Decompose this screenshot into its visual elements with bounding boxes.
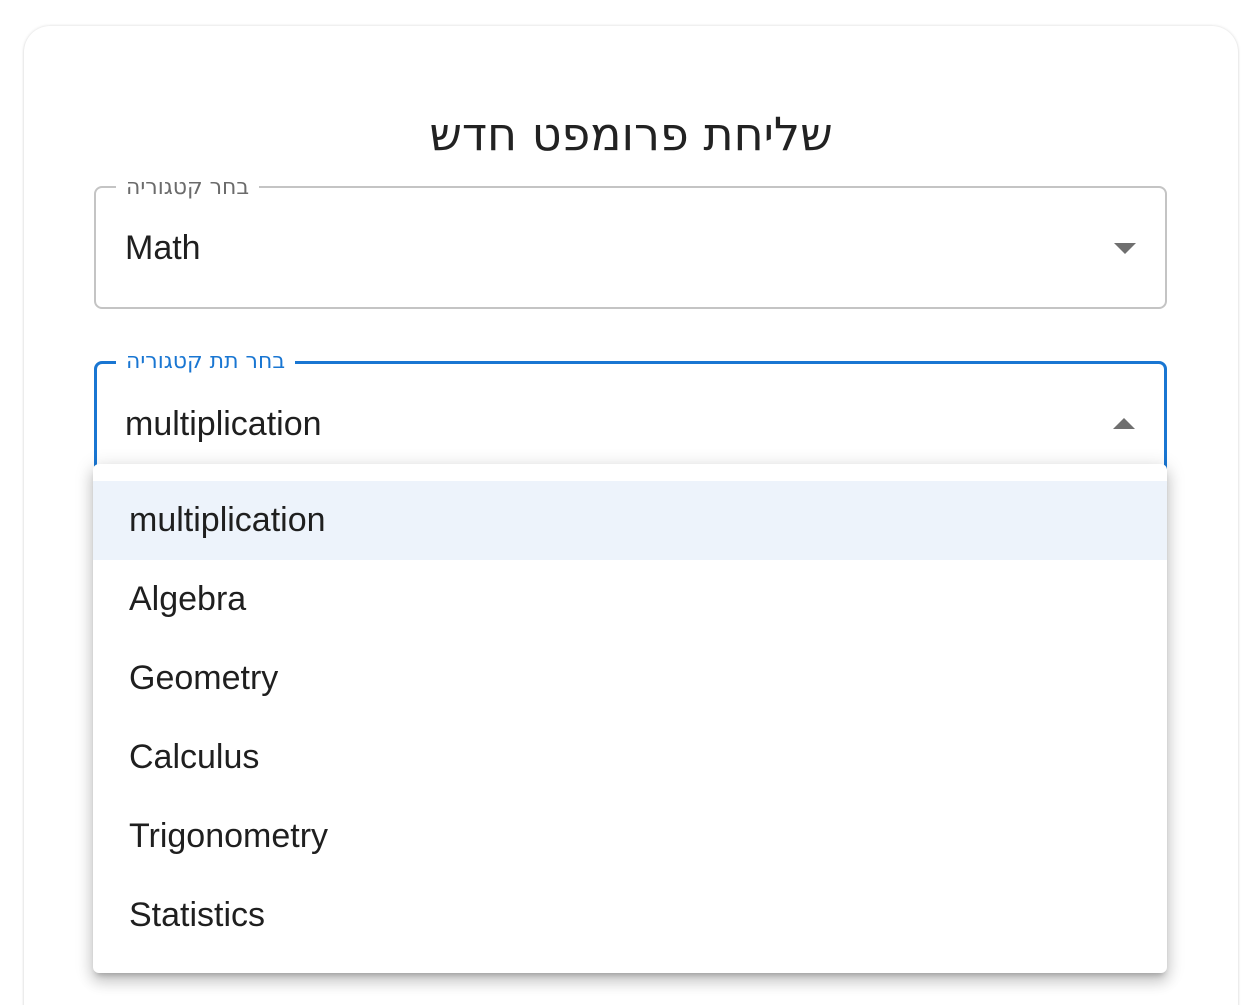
subcategory-dropdown-menu: multiplication Algebra Geometry Calculus… <box>93 464 1167 973</box>
page: שליחת פרומפט חדש בחר קטגוריה Math בחר תת… <box>0 0 1257 1005</box>
category-value: Math <box>125 229 201 267</box>
menu-item-geometry[interactable]: Geometry <box>93 639 1167 718</box>
chevron-down-icon[interactable] <box>1114 243 1136 254</box>
form-title: שליחת פרומפט חדש <box>429 107 833 161</box>
category-select[interactable]: בחר קטגוריה Math <box>94 174 1167 309</box>
menu-item-calculus[interactable]: Calculus <box>93 718 1167 797</box>
subcategory-label: בחר תת קטגוריה <box>116 348 296 376</box>
menu-item-algebra[interactable]: Algebra <box>93 560 1167 639</box>
category-label: בחר קטגוריה <box>116 174 260 202</box>
subcategory-value: multiplication <box>125 405 322 443</box>
chevron-up-icon[interactable] <box>1113 418 1135 429</box>
menu-item-multiplication[interactable]: multiplication <box>93 481 1167 560</box>
menu-item-statistics[interactable]: Statistics <box>93 876 1167 955</box>
menu-item-trigonometry[interactable]: Trigonometry <box>93 797 1167 876</box>
